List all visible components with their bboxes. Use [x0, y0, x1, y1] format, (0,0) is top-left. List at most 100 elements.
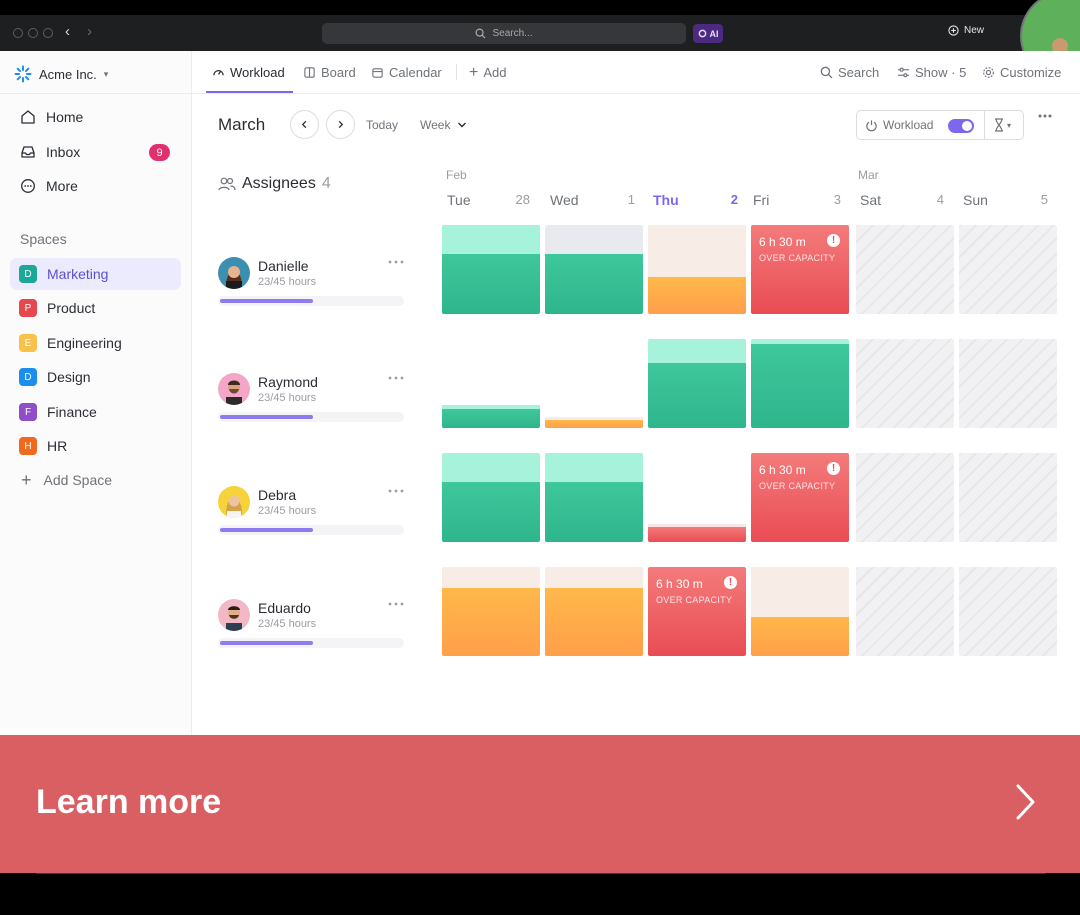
- capacity-menu-button[interactable]: ▾: [993, 118, 1011, 132]
- range-select[interactable]: Week: [420, 118, 467, 132]
- workspace-switcher[interactable]: Acme Inc. ▾: [14, 65, 108, 83]
- assignee-hours: 23/45 hours: [258, 505, 317, 517]
- add-space-button[interactable]: + Add Space: [21, 470, 112, 490]
- workload-cell[interactable]: [442, 225, 540, 314]
- learn-more-banner[interactable]: Learn more: [0, 735, 1080, 873]
- global-search-input[interactable]: Search...: [322, 23, 686, 44]
- prev-period-button[interactable]: [290, 110, 319, 139]
- new-button[interactable]: New: [948, 25, 984, 36]
- alert-icon: !: [724, 576, 737, 589]
- sidebar-item-more[interactable]: More: [20, 178, 78, 194]
- space-product[interactable]: P Product: [10, 292, 181, 324]
- over-capacity-cell[interactable]: 6 h 30 m OVER CAPACITY !: [751, 225, 849, 314]
- hours-progress-fill: [220, 528, 313, 532]
- over-capacity-cell[interactable]: 6 h 30 m OVER CAPACITY !: [648, 567, 746, 656]
- space-icon: D: [19, 265, 37, 283]
- bottom-divider: [36, 873, 1046, 874]
- next-period-button[interactable]: [326, 110, 355, 139]
- row-options-icon[interactable]: [388, 376, 404, 380]
- workload-cell[interactable]: [545, 225, 643, 314]
- assignees-count: 4: [321, 175, 331, 192]
- weekend-cell: [856, 453, 954, 542]
- workspace-name: Acme Inc.: [39, 66, 97, 82]
- tab-add-view[interactable]: + Add: [469, 64, 506, 80]
- show-fields-label: Show · 5: [915, 65, 967, 80]
- plus-icon: +: [21, 470, 32, 490]
- customize-button[interactable]: Customize: [982, 65, 1061, 80]
- over-capacity-time: 6 h 30 m: [759, 463, 806, 477]
- window-zoom-button[interactable]: [43, 28, 53, 38]
- space-label: HR: [47, 438, 68, 454]
- main-content: Workload Board Calendar + Add Search Sho…: [192, 51, 1080, 735]
- hours-progress-fill: [220, 299, 313, 303]
- space-label: Marketing: [47, 266, 109, 282]
- space-hr[interactable]: H HR: [10, 430, 181, 462]
- assignee-name: Raymond: [258, 374, 318, 390]
- space-icon: D: [19, 368, 37, 386]
- space-icon: P: [19, 299, 37, 317]
- workload-cell[interactable]: [751, 339, 849, 428]
- space-engineering[interactable]: E Engineering: [10, 327, 181, 359]
- chevron-right-icon[interactable]: [1010, 782, 1040, 822]
- space-label: Engineering: [47, 335, 122, 351]
- workload-toggle-label-group: Workload: [865, 118, 933, 132]
- more-options-icon[interactable]: [1038, 114, 1052, 118]
- today-button[interactable]: Today: [366, 118, 398, 132]
- tab-label: Calendar: [389, 65, 442, 80]
- weekend-cell: [856, 567, 954, 656]
- space-marketing[interactable]: D Marketing: [10, 258, 181, 290]
- spaces-heading: Spaces: [20, 231, 67, 247]
- day-name: Tue: [447, 192, 471, 208]
- tab-workload[interactable]: Workload: [212, 65, 285, 80]
- workload-cell[interactable]: [442, 567, 540, 656]
- tab-board[interactable]: Board: [303, 65, 356, 80]
- hours-progress-track: [218, 638, 404, 648]
- workload-cell[interactable]: [545, 567, 643, 656]
- space-label: Product: [47, 300, 96, 316]
- month-label: Feb: [446, 168, 467, 182]
- space-finance[interactable]: F Finance: [10, 396, 181, 428]
- hours-progress-track: [218, 412, 404, 422]
- space-design[interactable]: D Design: [10, 361, 181, 393]
- space-icon: H: [19, 437, 37, 455]
- day-number: 1: [627, 192, 635, 207]
- avatar: [218, 373, 250, 405]
- workload-cell[interactable]: [648, 225, 746, 314]
- view-search-button[interactable]: Search: [820, 65, 879, 80]
- workload-cell[interactable]: [648, 339, 746, 428]
- forward-arrow-icon[interactable]: ›: [87, 23, 92, 41]
- workload-cell[interactable]: [648, 453, 746, 542]
- workload-cell[interactable]: [751, 567, 849, 656]
- row-options-icon[interactable]: [388, 602, 404, 606]
- back-arrow-icon[interactable]: ‹: [65, 23, 70, 41]
- workspace-logo-icon: [14, 65, 32, 83]
- more-icon: [21, 179, 35, 193]
- ai-button[interactable]: AI: [693, 24, 723, 43]
- weekend-cell: [959, 339, 1057, 428]
- workload-cell[interactable]: [442, 453, 540, 542]
- active-tab-indicator: [206, 91, 293, 93]
- workload-cell[interactable]: [545, 339, 643, 428]
- view-search-label: Search: [838, 65, 880, 80]
- tab-calendar[interactable]: Calendar: [371, 65, 442, 80]
- show-fields-button[interactable]: Show · 5: [897, 65, 966, 80]
- avatar: [218, 599, 250, 631]
- banner-text: Learn more: [36, 783, 222, 821]
- window-minimize-button[interactable]: [28, 28, 38, 38]
- over-capacity-cell[interactable]: 6 h 30 m OVER CAPACITY !: [751, 453, 849, 542]
- weekend-cell: [959, 567, 1057, 656]
- chevron-left-icon: [301, 120, 307, 129]
- window-close-button[interactable]: [13, 28, 23, 38]
- row-options-icon[interactable]: [388, 260, 404, 264]
- workload-cell[interactable]: [545, 453, 643, 542]
- new-label: New: [964, 25, 985, 36]
- sidebar-item-inbox[interactable]: Inbox: [20, 144, 80, 160]
- plus-circle-icon: [948, 25, 959, 36]
- workload-cell[interactable]: [442, 339, 540, 428]
- workload-switch[interactable]: [948, 119, 974, 133]
- row-options-icon[interactable]: [388, 489, 404, 493]
- assignee-name: Eduardo: [258, 600, 311, 616]
- sidebar-item-home[interactable]: Home: [20, 109, 83, 125]
- hourglass-icon: [995, 118, 1003, 132]
- people-icon: [218, 177, 236, 191]
